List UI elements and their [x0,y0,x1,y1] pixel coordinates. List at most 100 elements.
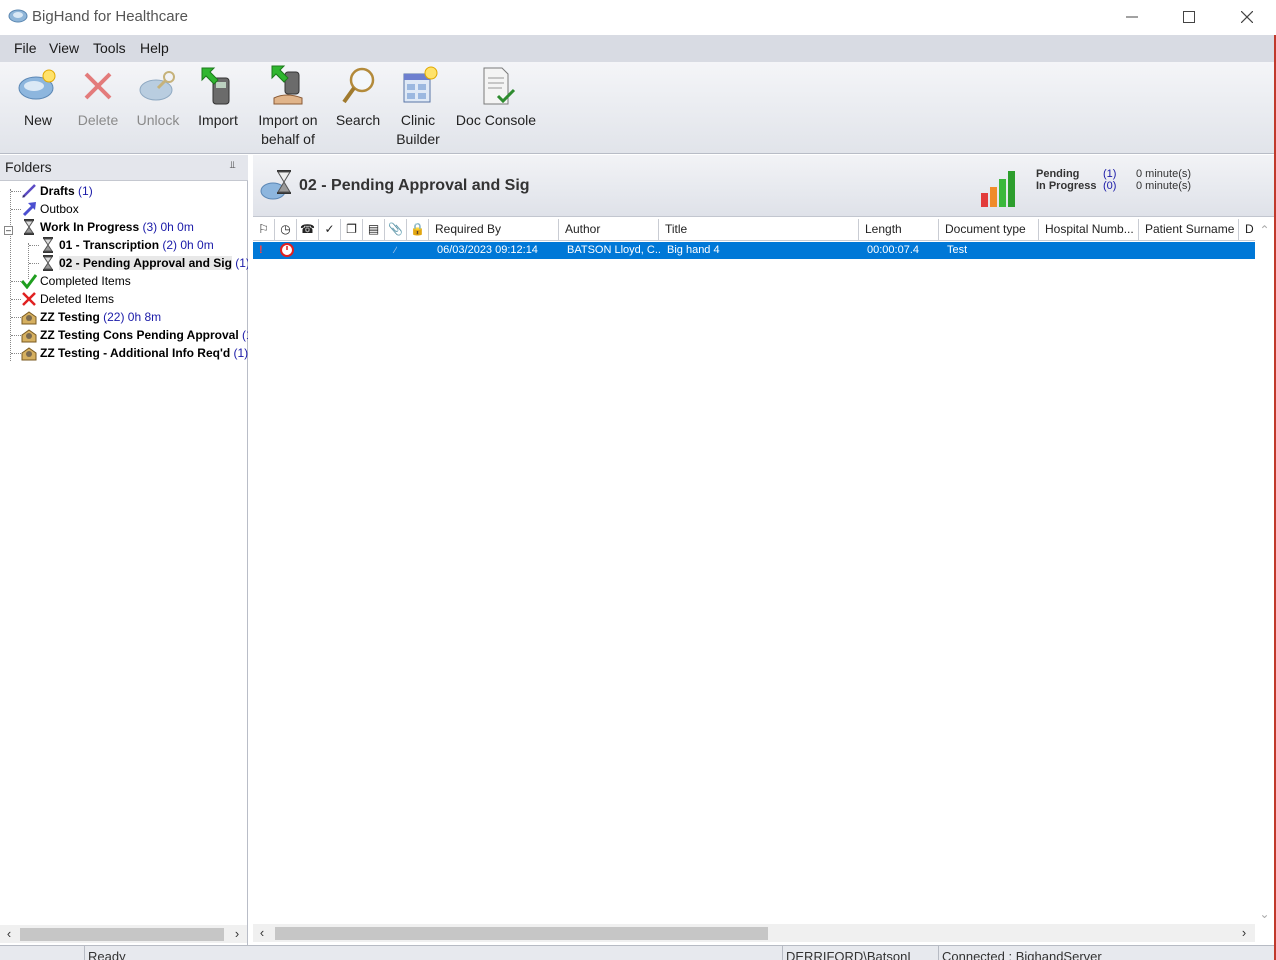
checkmark-icon [21,274,37,289]
search-button[interactable]: Search [330,64,386,130]
col-approval[interactable]: ✓ [319,219,341,241]
clinic-builder-label-1: Clinic [400,112,436,128]
folder-drafts[interactable]: Drafts (1) [21,183,93,201]
folder-work-in-progress[interactable]: Work In Progress (3) 0h 0m [21,219,194,237]
col-due[interactable]: ◷ [275,219,297,241]
grid-scrollbar-thumb[interactable] [275,927,768,940]
folder-zz-testing[interactable]: ZZ Testing (22) 0h 8m [21,309,161,327]
folder-zz-testing-additional[interactable]: ZZ Testing - Additional Info Req'd (1) 0 [21,345,248,363]
expand-collapse-toggle[interactable]: – [4,226,13,235]
folder-tree: – Drafts (1) Outbox Work In Progress (3)… [0,183,248,923]
status-ready: Ready [88,949,126,960]
col-patient-surname[interactable]: Patient Surname [1139,219,1239,241]
paperclip-icon: 📎 [388,222,403,236]
new-label: New [23,112,52,128]
col-length[interactable]: Length [859,219,939,241]
pen-icon [22,184,36,198]
pending-count: (1) [1103,168,1117,180]
shared-folder-icon [21,347,37,361]
in-progress-count: (0) [1103,180,1117,192]
grid-horizontal-scrollbar[interactable]: ‹ › [253,924,1255,942]
import-button[interactable]: Import [190,64,246,130]
document-icon: ▤ [367,222,380,236]
col-title[interactable]: Title [659,219,859,241]
menu-view[interactable]: View [49,40,79,56]
col-required-by[interactable]: Required By [429,219,559,241]
delete-label: Delete [77,112,119,128]
new-dictation-icon [18,69,56,100]
toolbar: New Delete Unlock Import Import on behal… [0,62,1276,154]
status-user: DERRIFORD\BatsonL [786,949,915,960]
hourglass-icon [43,255,53,271]
minimize-button[interactable] [1103,0,1161,34]
maximize-icon [1183,11,1195,23]
grid-scroll-right-icon[interactable]: › [1235,924,1253,942]
folders-horizontal-scrollbar[interactable]: ‹ › [0,925,247,943]
menu-tools[interactable]: Tools [93,40,126,56]
folder-transcription[interactable]: 01 - Transcription (2) 0h 0m [40,237,214,255]
col-more[interactable]: D [1239,219,1255,241]
col-document-type[interactable]: Document type [939,219,1039,241]
folders-pane: Folders ⫫ – Drafts (1) Outbox Work In Pr… [0,155,248,945]
bighand-logo-icon [8,9,28,23]
grid-scroll-left-icon[interactable]: ‹ [253,924,271,942]
import-icon [201,67,230,105]
lock-icon: 🔒 [410,222,425,236]
clinic-builder-label-2: Builder [396,131,440,147]
pending-label: Pending [1036,168,1080,180]
menu-help[interactable]: Help [140,40,169,56]
bar-chart-icon [981,171,1015,207]
clinic-builder-button[interactable]: Clinic Builder [390,64,446,149]
col-hospital-number[interactable]: Hospital Numb... [1039,219,1139,241]
priority-icon: ! [259,244,263,256]
dictation-list-pane: 02 - Pending Approval and Sig Pending (1… [253,155,1274,945]
folder-zz-testing-cons[interactable]: ZZ Testing Cons Pending Approval (1) 0 [21,327,248,345]
scroll-left-icon[interactable]: ‹ [0,925,18,943]
col-phone[interactable]: ☎ [297,219,319,241]
search-icon [342,67,375,104]
pin-icon[interactable]: ⫫ [230,160,236,171]
folder-completed-items[interactable]: Completed Items [21,273,131,291]
import-on-behalf-button[interactable]: Import on behalf of [252,64,324,149]
shared-folder-icon [21,311,37,325]
cell-author: BATSON Lloyd, C... [567,244,661,256]
folder-header: 02 - Pending Approval and Sig Pending (1… [253,155,1274,217]
col-author[interactable]: Author [559,219,659,241]
scroll-down-icon[interactable]: ⌄ [1255,905,1274,923]
folder-view-title: 02 - Pending Approval and Sig [299,177,530,194]
maximize-button[interactable] [1160,0,1218,34]
import-on-behalf-label-1: Import on [258,112,318,128]
folder-outbox[interactable]: Outbox [21,201,79,219]
doc-console-label: Doc Console [455,112,537,128]
col-document[interactable]: ▤ [363,219,385,241]
attachment-icon: ∕ [395,244,397,256]
close-button[interactable] [1218,0,1276,34]
clinic-builder-icon [403,66,438,103]
overdue-clock-icon [277,242,294,259]
folder-deleted-items[interactable]: Deleted Items [21,291,114,309]
col-lock[interactable]: 🔒 [407,219,429,241]
scroll-right-icon[interactable]: › [228,925,246,943]
shared-folder-icon [21,329,37,343]
pending-time: 0 minute(s) [1136,168,1192,180]
grid-vertical-scrollbar[interactable]: ⌃ ⌄ [1255,219,1274,924]
folder-pending-approval[interactable]: 02 - Pending Approval and Sig (1) 0 [40,255,248,273]
scroll-up-icon[interactable]: ⌃ [1255,221,1274,239]
unlock-button[interactable]: Unlock [130,64,186,130]
doc-console-button[interactable]: Doc Console [454,64,538,130]
pending-folder-icon [260,170,291,200]
scrollbar-thumb[interactable] [20,928,224,941]
import-label: Import [198,112,238,128]
minimize-icon [1126,16,1138,18]
col-attachment[interactable]: 📎 [385,219,407,241]
col-copies[interactable]: ❐ [341,219,363,241]
new-button[interactable]: New [10,64,66,130]
menu-file[interactable]: File [14,40,37,56]
import-on-behalf-label-2: behalf of [261,131,315,147]
cell-document-type: Test [947,244,968,256]
search-label: Search [335,112,381,128]
delete-button[interactable]: Delete [70,64,126,130]
col-flag[interactable]: ⚐ [253,219,275,241]
flag-icon: ⚐ [258,222,269,236]
table-row[interactable]: ! ∕ 06/03/2023 09:12:14 BATSON Lloyd, C.… [253,242,1255,259]
